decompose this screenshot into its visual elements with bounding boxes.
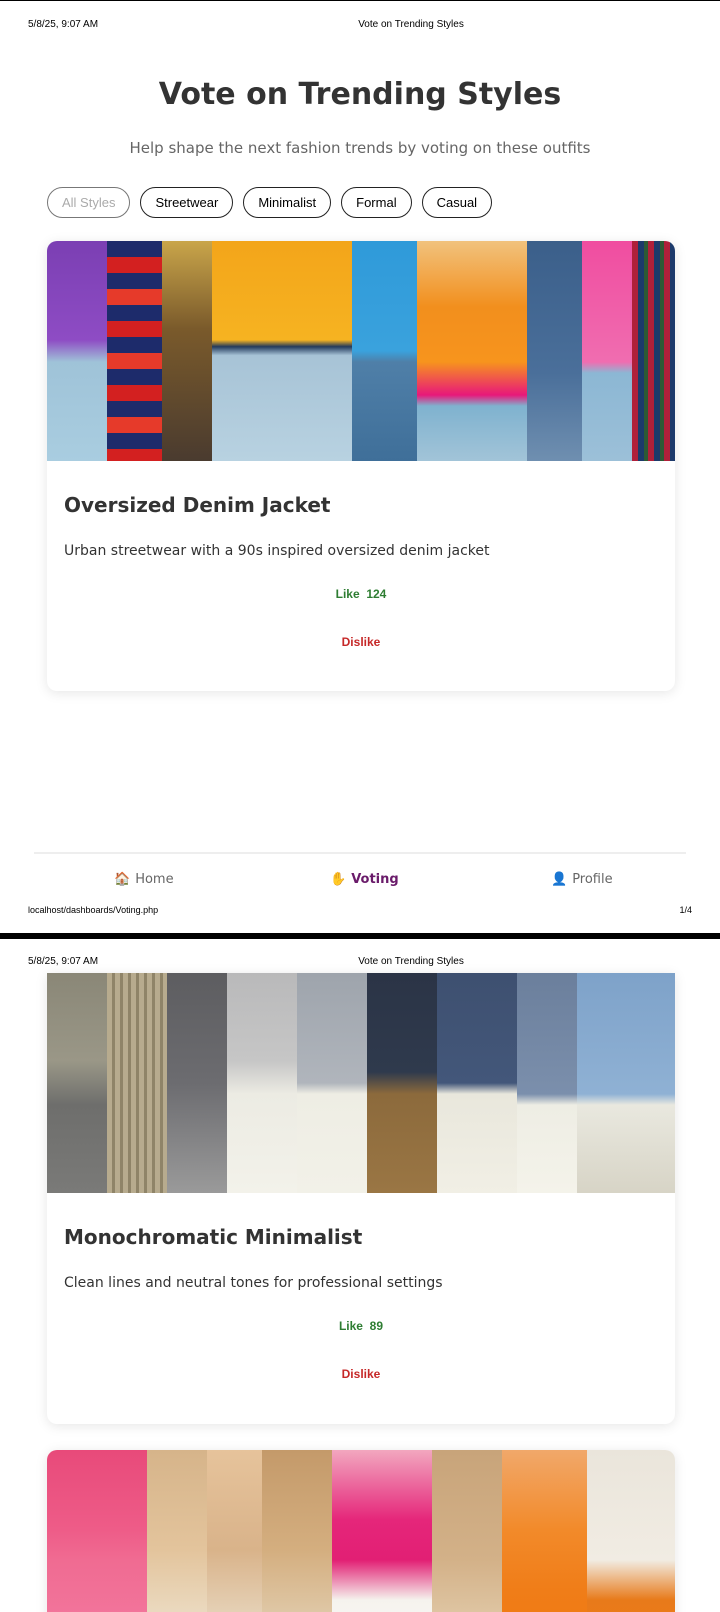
nav-voting-label: Voting [351, 872, 399, 887]
filter-minimalist[interactable]: Minimalist [243, 187, 332, 218]
nav-profile-label: Profile [572, 872, 613, 887]
person-icon: 👤 [551, 872, 568, 887]
like-count: 124 [366, 587, 387, 601]
nav-profile[interactable]: 👤 Profile [551, 872, 613, 887]
house-icon: 🏠 [114, 872, 131, 887]
like-label: Like [335, 587, 360, 601]
filter-all-styles[interactable]: All Styles [47, 187, 131, 218]
style-filter-bar: All Styles Streetwear Minimalist Formal … [47, 187, 493, 218]
hand-icon: ✋ [330, 872, 347, 887]
print-doc-title: Vote on Trending Styles [358, 956, 464, 967]
filter-streetwear[interactable]: Streetwear [140, 187, 234, 218]
dislike-button[interactable]: Dislike [47, 1367, 675, 1381]
filter-formal[interactable]: Formal [341, 187, 412, 218]
nav-voting[interactable]: ✋ Voting [330, 872, 399, 887]
outfit-card: Oversized Denim Jacket Urban streetwear … [47, 241, 675, 691]
outfit-photo-minimalist [47, 973, 675, 1193]
outfit-card: Monochromatic Minimalist Clean lines and… [47, 973, 675, 1424]
print-header: 5/8/25, 9:07 AM Vote on Trending Styles [0, 956, 720, 970]
dislike-button[interactable]: Dislike [47, 635, 675, 649]
print-page-2: 5/8/25, 9:07 AM Vote on Trending Styles … [0, 939, 720, 1612]
page-title: Vote on Trending Styles [158, 77, 562, 112]
bottom-navigation: 🏠 Home ✋ Voting 👤 Profile [34, 852, 686, 904]
outfit-description: Urban streetwear with a 90s inspired ove… [64, 543, 490, 559]
nav-home-label: Home [135, 872, 174, 887]
like-label: Like [338, 1319, 363, 1333]
outfit-title: Oversized Denim Jacket [64, 493, 331, 517]
nav-home[interactable]: 🏠 Home [114, 872, 174, 887]
print-page-1: 5/8/25, 9:07 AM Vote on Trending Styles … [0, 0, 720, 933]
outfit-description: Clean lines and neutral tones for profes… [64, 1275, 443, 1291]
filter-casual[interactable]: Casual [421, 187, 493, 218]
outfit-title: Monochromatic Minimalist [64, 1225, 363, 1249]
like-button[interactable]: Like 124 [47, 587, 675, 601]
print-doc-title: Vote on Trending Styles [358, 19, 464, 30]
page-subtitle: Help shape the next fashion trends by vo… [129, 139, 591, 157]
outfit-card [47, 1450, 675, 1612]
outfit-photo-streetwear [47, 241, 675, 461]
like-count: 89 [369, 1319, 384, 1333]
print-url: localhost/dashboards/Voting.php [28, 905, 159, 915]
print-page-indicator: 1/4 [679, 905, 692, 915]
like-button[interactable]: Like 89 [47, 1319, 675, 1333]
outfit-photo-casual [47, 1450, 675, 1612]
print-header: 5/8/25, 9:07 AM Vote on Trending Styles [0, 19, 720, 33]
